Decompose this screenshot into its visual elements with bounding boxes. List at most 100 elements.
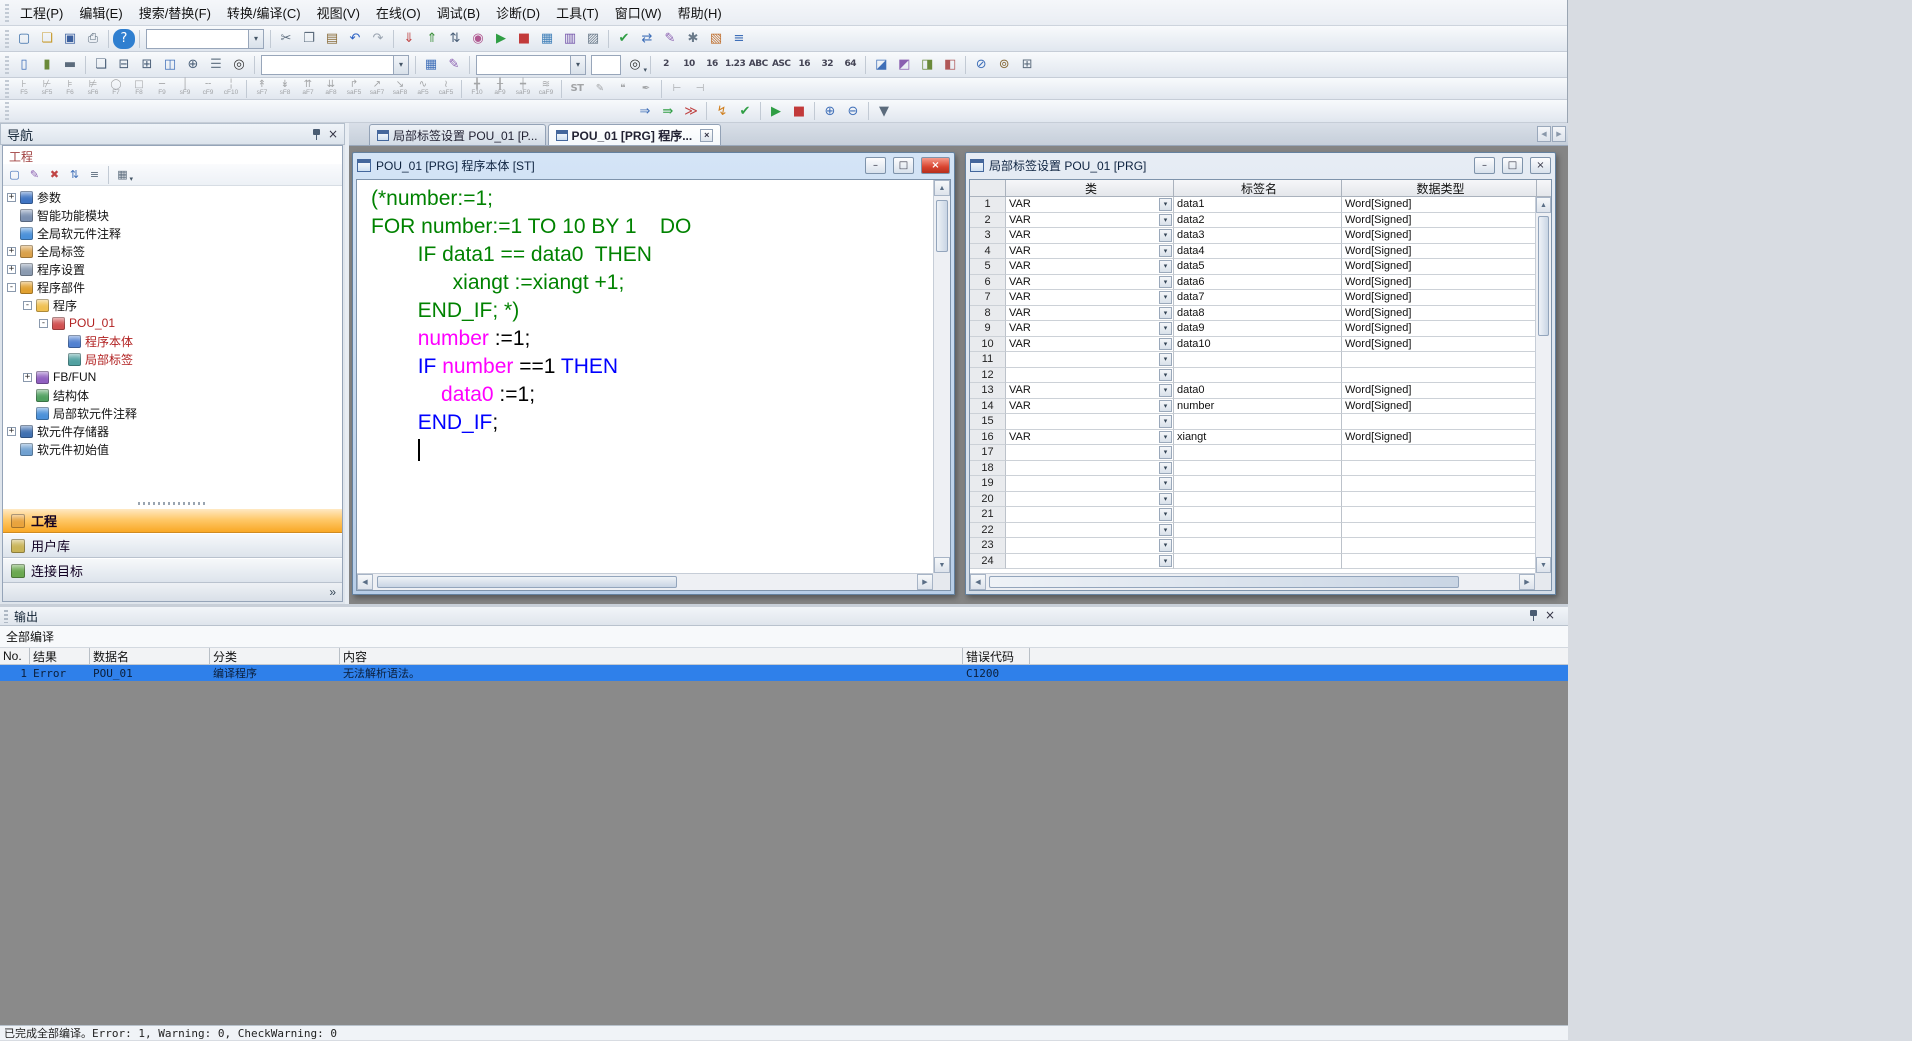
- tree-item-global-label[interactable]: +全局标签: [3, 242, 342, 260]
- cut-icon[interactable]: ✂: [275, 29, 297, 49]
- output-column-header-4[interactable]: 内容: [340, 648, 963, 664]
- undo-icon[interactable]: ↶: [344, 29, 366, 49]
- scroll-thumb[interactable]: [1538, 216, 1549, 336]
- scroll-thumb[interactable]: [377, 576, 677, 588]
- function-select-combobox[interactable]: ▾: [146, 29, 264, 49]
- code-line-2[interactable]: FOR number:=1 TO 10 BY 1 DO: [371, 213, 933, 241]
- class-dropdown-icon[interactable]: ▾: [1159, 229, 1172, 242]
- minimize-button[interactable]: –: [865, 157, 886, 174]
- tree-expander-icon[interactable]: +: [7, 247, 16, 256]
- label-name-cell[interactable]: data8: [1174, 306, 1342, 322]
- class-cell[interactable]: ▾: [1006, 445, 1174, 461]
- save-project-icon[interactable]: ▣: [59, 29, 81, 49]
- edit-mode-icon[interactable]: ✎: [443, 55, 465, 75]
- device-display-toggle-icon[interactable]: ◧: [939, 55, 961, 75]
- display-option-icon[interactable]: ▦▾: [113, 166, 132, 184]
- label-row-24[interactable]: 24▾: [970, 554, 1535, 570]
- zoom-in-icon[interactable]: ⊕: [819, 101, 841, 121]
- label-name-cell[interactable]: [1174, 368, 1342, 384]
- ladder-symbol-icon[interactable]: ▦: [420, 55, 442, 75]
- panel-splitter-grip[interactable]: [3, 499, 342, 508]
- tree-expander-icon[interactable]: +: [7, 265, 16, 274]
- label-name-cell[interactable]: data10: [1174, 337, 1342, 353]
- edit-note-icon[interactable]: ✒: [635, 79, 657, 99]
- label-name-cell[interactable]: [1174, 445, 1342, 461]
- label-row-3[interactable]: 3VAR▾data3Word[Signed]: [970, 228, 1535, 244]
- pin-icon[interactable]: [1528, 609, 1539, 622]
- label-row-6[interactable]: 6VAR▾data6Word[Signed]: [970, 275, 1535, 291]
- label-row-23[interactable]: 23▾: [970, 538, 1535, 554]
- word-16bit-icon[interactable]: 16: [793, 55, 815, 75]
- print-icon[interactable]: ⎙: [82, 29, 104, 49]
- tree-item-fb-fun[interactable]: +FB/FUN: [3, 368, 342, 386]
- class-dropdown-icon[interactable]: ▾: [1159, 353, 1172, 366]
- delete-data-icon[interactable]: ✖: [45, 166, 64, 184]
- scroll-down-icon[interactable]: ▼: [1536, 557, 1551, 573]
- code-line-10[interactable]: [371, 437, 933, 465]
- delete-line-icon[interactable]: ╂aF9: [489, 79, 511, 99]
- scroll-down-icon[interactable]: ▼: [934, 557, 950, 573]
- class-dropdown-icon[interactable]: ▾: [1159, 307, 1172, 320]
- class-dropdown-icon[interactable]: ▾: [1159, 431, 1172, 444]
- scroll-left-icon[interactable]: ◀: [970, 574, 986, 590]
- window-select-combobox[interactable]: ▾: [261, 55, 409, 75]
- falling-pulse-icon[interactable]: ↡sF8: [274, 79, 296, 99]
- label-name-cell[interactable]: xiangt: [1174, 430, 1342, 446]
- tree-expander-icon[interactable]: -: [23, 301, 32, 310]
- close-button[interactable]: ×: [1530, 157, 1551, 174]
- menu-tools[interactable]: 工具(T): [548, 2, 607, 25]
- label-row-22[interactable]: 22▾: [970, 523, 1535, 539]
- label-name-cell[interactable]: [1174, 352, 1342, 368]
- class-dropdown-icon[interactable]: ▾: [1159, 338, 1172, 351]
- output-column-header-2[interactable]: 数据名: [90, 648, 210, 664]
- navigation-window-icon[interactable]: ▯: [13, 55, 35, 75]
- class-cell[interactable]: VAR▾: [1006, 275, 1174, 291]
- paste-icon[interactable]: ▤: [321, 29, 343, 49]
- label-row-15[interactable]: 15▾: [970, 414, 1535, 430]
- class-cell[interactable]: ▾: [1006, 461, 1174, 477]
- zoom-set-icon[interactable]: ⊕: [182, 55, 204, 75]
- display-option-icon[interactable]: ▼: [873, 101, 895, 121]
- class-dropdown-icon[interactable]: ▾: [1159, 415, 1172, 428]
- data-type-cell[interactable]: [1342, 507, 1535, 523]
- stop-monitoring-icon[interactable]: ■: [513, 29, 535, 49]
- zoom-out-icon[interactable]: ⊖: [842, 101, 864, 121]
- cross-reference-icon[interactable]: ≡: [728, 29, 750, 49]
- data-type-cell[interactable]: Word[Signed]: [1342, 290, 1535, 306]
- class-cell[interactable]: VAR▾: [1006, 244, 1174, 260]
- word-32bit-icon[interactable]: 32: [816, 55, 838, 75]
- code-line-4[interactable]: xiangt :=xiangt +1;: [371, 269, 933, 297]
- data-type-cell[interactable]: Word[Signed]: [1342, 259, 1535, 275]
- label-name-cell[interactable]: data2: [1174, 213, 1342, 229]
- view-button-connection-destination[interactable]: 连接目标: [3, 558, 342, 583]
- class-dropdown-icon[interactable]: ▾: [1159, 260, 1172, 273]
- class-cell[interactable]: ▾: [1006, 507, 1174, 523]
- label-name-cell[interactable]: [1174, 523, 1342, 539]
- device-test-off-icon[interactable]: ⊣: [689, 79, 711, 99]
- tree-item-structured-data-types[interactable]: 结构体: [3, 386, 342, 404]
- invert-operation-results-icon[interactable]: ↱saF5: [343, 79, 365, 99]
- document-tab-label-setting[interactable]: 局部标签设置 POU_01 [P...: [369, 124, 546, 145]
- class-dropdown-icon[interactable]: ▾: [1159, 493, 1172, 506]
- view-button-user-library[interactable]: 用户库: [3, 533, 342, 558]
- execute-program-check-icon[interactable]: ✔: [734, 101, 756, 121]
- label-row-16[interactable]: 16VAR▾xiangtWord[Signed]: [970, 430, 1535, 446]
- new-project-icon[interactable]: ▢: [13, 29, 35, 49]
- label-name-cell[interactable]: [1174, 538, 1342, 554]
- window-tile-horizontally-icon[interactable]: ⊟: [113, 55, 135, 75]
- element-selection-window-icon[interactable]: ▮: [36, 55, 58, 75]
- tree-item-parameter[interactable]: +参数: [3, 188, 342, 206]
- menu-help[interactable]: 帮助(H): [670, 2, 730, 25]
- tree-item-global-device-comment[interactable]: 全局软元件注释: [3, 224, 342, 242]
- device-batch-monitor-icon[interactable]: ▦: [536, 29, 558, 49]
- online-program-change-icon[interactable]: ↯: [711, 101, 733, 121]
- data-type-cell[interactable]: Word[Signed]: [1342, 399, 1535, 415]
- class-dropdown-icon[interactable]: ▾: [1159, 477, 1172, 490]
- edit-line-icon[interactable]: ╋F10: [466, 79, 488, 99]
- data-type-cell[interactable]: Word[Signed]: [1342, 430, 1535, 446]
- class-cell[interactable]: VAR▾: [1006, 213, 1174, 229]
- window-tile-vertically-icon[interactable]: ⊞: [136, 55, 158, 75]
- tree-expander-icon[interactable]: +: [23, 373, 32, 382]
- rebuild-all-icon[interactable]: ≫: [680, 101, 702, 121]
- class-cell[interactable]: ▾: [1006, 352, 1174, 368]
